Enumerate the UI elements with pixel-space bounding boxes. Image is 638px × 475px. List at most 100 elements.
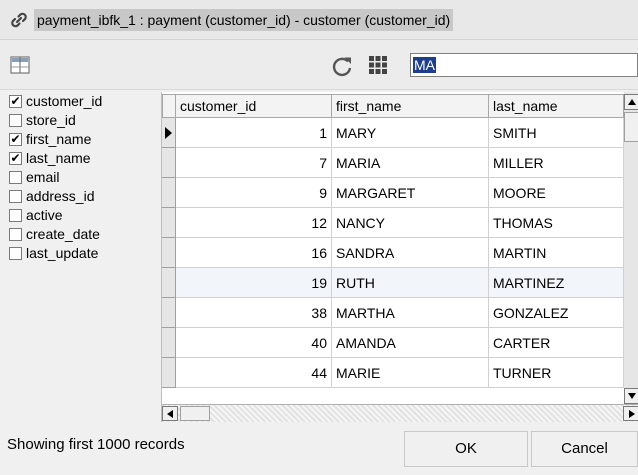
cell-customer-id[interactable]: 19 [176, 268, 332, 298]
cell-last-name[interactable]: SMITH [489, 118, 624, 148]
arrow-right-icon [629, 410, 635, 418]
table-row[interactable]: 38 MARTHA GONZALEZ [162, 298, 624, 328]
column-checkbox[interactable] [9, 171, 22, 184]
column-checkbox[interactable] [9, 247, 22, 260]
table-row[interactable]: 40 AMANDA CARTER [162, 328, 624, 358]
row-header[interactable] [162, 268, 176, 298]
cell-first-name[interactable]: MARY [332, 118, 489, 148]
column-option-last-name[interactable]: ✔ last_name [0, 149, 170, 168]
column-option-label: last_name [26, 150, 91, 166]
table-row[interactable]: 19 RUTH MARTINEZ [162, 268, 624, 298]
column-header-last-name[interactable]: last_name [489, 94, 624, 118]
column-option-label: customer_id [26, 93, 103, 109]
column-option-store-id[interactable]: store_id [0, 111, 170, 130]
row-header[interactable] [162, 118, 176, 148]
row-header[interactable] [162, 358, 176, 388]
column-option-address-id[interactable]: address_id [0, 187, 170, 206]
column-checkbox[interactable]: ✔ [9, 95, 22, 108]
column-option-label: address_id [26, 188, 95, 204]
table-row[interactable]: 44 MARIE TURNER [162, 358, 624, 388]
toolbar: MA [0, 40, 638, 90]
cell-last-name[interactable]: MARTINEZ [489, 268, 624, 298]
horizontal-scroll-thumb[interactable] [180, 406, 210, 421]
arrow-down-icon [628, 393, 636, 399]
link-icon [11, 12, 27, 28]
row-header[interactable] [162, 148, 176, 178]
horizontal-scrollbar[interactable] [162, 404, 638, 422]
cell-customer-id[interactable]: 16 [176, 238, 332, 268]
row-header[interactable] [162, 178, 176, 208]
column-header-first-name[interactable]: first_name [332, 94, 489, 118]
table-row[interactable]: 9 MARGARET MOORE [162, 178, 624, 208]
cell-last-name[interactable]: TURNER [489, 358, 624, 388]
column-option-customer-id[interactable]: ✔ customer_id [0, 92, 170, 111]
cell-first-name[interactable]: MARIA [332, 148, 489, 178]
title-bar: payment_ibfk_1 : payment (customer_id) -… [0, 0, 638, 40]
row-header[interactable] [162, 208, 176, 238]
row-header[interactable] [162, 298, 176, 328]
column-option-label: create_date [26, 226, 100, 242]
column-option-label: store_id [26, 112, 76, 128]
table-row[interactable]: 12 NANCY THOMAS [162, 208, 624, 238]
column-option-label: email [26, 169, 60, 185]
column-checkbox[interactable] [9, 228, 22, 241]
ok-button[interactable]: OK [404, 431, 528, 467]
cell-customer-id[interactable]: 40 [176, 328, 332, 358]
column-checkbox[interactable]: ✔ [9, 133, 22, 146]
column-option-active[interactable]: active [0, 206, 170, 225]
scroll-right-button[interactable] [623, 406, 638, 421]
grid-icon[interactable] [368, 55, 388, 75]
cell-last-name[interactable]: MILLER [489, 148, 624, 178]
cell-first-name[interactable]: SANDRA [332, 238, 489, 268]
window-title: payment_ibfk_1 : payment (customer_id) -… [34, 9, 454, 31]
cell-customer-id[interactable]: 44 [176, 358, 332, 388]
column-checkbox[interactable] [9, 209, 22, 222]
table-row[interactable]: 7 MARIA MILLER [162, 148, 624, 178]
cell-last-name[interactable]: MOORE [489, 178, 624, 208]
table-row[interactable]: 16 SANDRA MARTIN [162, 238, 624, 268]
column-option-label: first_name [26, 131, 92, 147]
columns-icon[interactable] [10, 56, 30, 74]
refresh-icon[interactable] [330, 54, 354, 78]
scroll-down-button[interactable] [624, 388, 638, 404]
cell-first-name[interactable]: MARGARET [332, 178, 489, 208]
cell-first-name[interactable]: NANCY [332, 208, 489, 238]
column-option-last-update[interactable]: last_update [0, 244, 170, 263]
cell-last-name[interactable]: MARTIN [489, 238, 624, 268]
column-option-first-name[interactable]: ✔ first_name [0, 130, 170, 149]
column-option-label: last_update [26, 245, 99, 261]
scroll-up-button[interactable] [624, 94, 638, 110]
cancel-button[interactable]: Cancel [531, 431, 638, 467]
cell-customer-id[interactable]: 1 [176, 118, 332, 148]
scroll-left-button[interactable] [162, 406, 178, 421]
column-option-email[interactable]: email [0, 168, 170, 187]
cell-customer-id[interactable]: 12 [176, 208, 332, 238]
table-row[interactable]: 1 MARY SMITH [162, 118, 624, 148]
data-grid: customer_id first_name last_name 1 MARY SM… [161, 92, 638, 422]
cell-last-name[interactable]: THOMAS [489, 208, 624, 238]
cell-customer-id[interactable]: 38 [176, 298, 332, 328]
column-header-customer-id[interactable]: customer_id [176, 94, 332, 118]
row-header[interactable] [162, 238, 176, 268]
cell-first-name[interactable]: MARTHA [332, 298, 489, 328]
current-row-indicator-icon [165, 127, 172, 139]
column-list: ✔ customer_id store_id ✔ first_name ✔ last_nam… [0, 92, 170, 422]
row-header[interactable] [162, 328, 176, 358]
column-checkbox[interactable] [9, 190, 22, 203]
cell-customer-id[interactable]: 9 [176, 178, 332, 208]
column-option-label: active [26, 207, 63, 223]
cell-first-name[interactable]: MARIE [332, 358, 489, 388]
vertical-scroll-thumb[interactable] [624, 112, 638, 142]
column-checkbox[interactable]: ✔ [9, 152, 22, 165]
cell-first-name[interactable]: RUTH [332, 268, 489, 298]
cell-customer-id[interactable]: 7 [176, 148, 332, 178]
filter-input[interactable]: MA [410, 53, 638, 77]
column-checkbox[interactable] [9, 114, 22, 127]
arrow-up-icon [628, 99, 636, 105]
cell-last-name[interactable]: CARTER [489, 328, 624, 358]
header-corner [162, 94, 176, 118]
cell-first-name[interactable]: AMANDA [332, 328, 489, 358]
cell-last-name[interactable]: GONZALEZ [489, 298, 624, 328]
column-option-create-date[interactable]: create_date [0, 225, 170, 244]
vertical-scrollbar[interactable] [624, 92, 638, 404]
